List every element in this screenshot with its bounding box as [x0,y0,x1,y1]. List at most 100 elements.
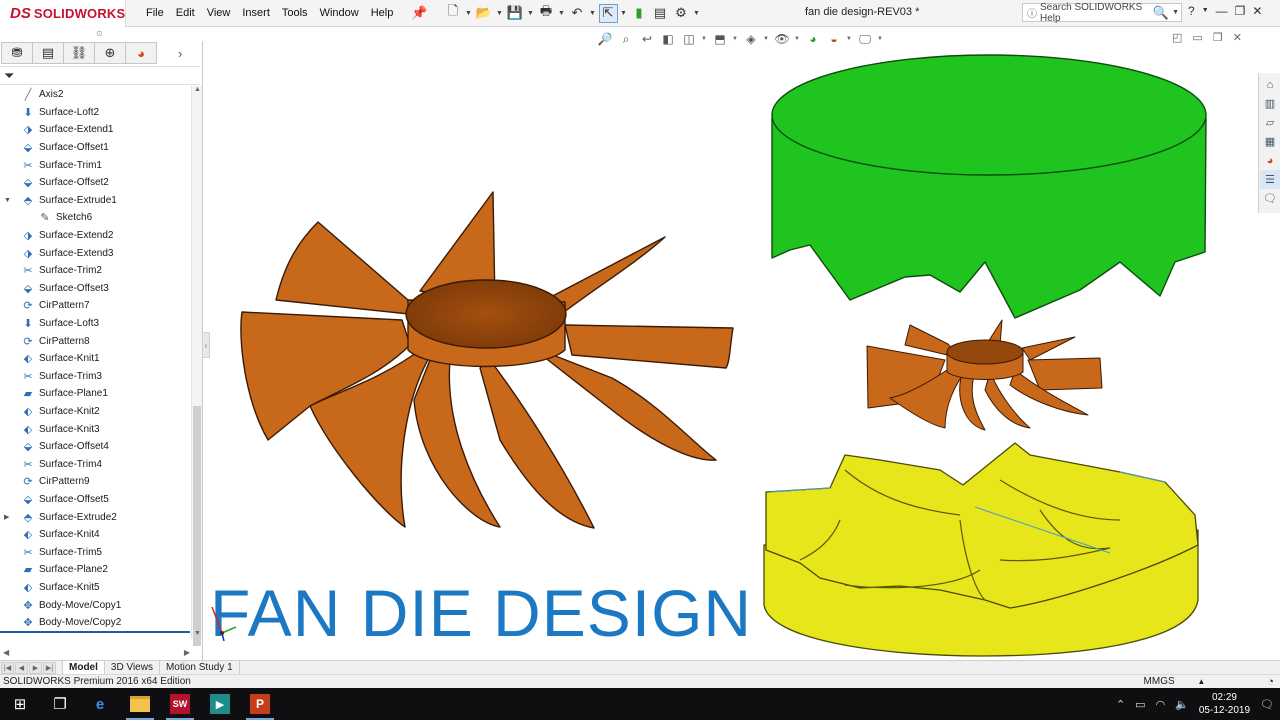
tree-item[interactable]: ⬇ Surface-Loft3 [0,315,190,333]
custom-properties-icon[interactable]: ☰ [1260,170,1280,189]
minimize-icon[interactable]: — [1216,4,1228,18]
wifi-icon[interactable]: ◠ [1156,698,1166,711]
scroll-down-icon[interactable]: ▼ [194,630,201,637]
open-folder-icon[interactable]: 📂 [475,4,494,23]
hide-show-items-icon[interactable]: 👁 [773,30,791,48]
battery-icon[interactable]: ▭ [1135,698,1145,711]
task-view-icon[interactable]: ❐ [40,688,80,720]
tray-chevron-icon[interactable]: ⌃ [1116,698,1125,711]
tree-item[interactable]: ⟳ CirPattern7 [0,297,190,315]
tree-item[interactable]: ▰ Surface-Plane2 [0,561,190,579]
menu-view[interactable]: View [201,7,237,19]
display-style-dropdown-icon[interactable]: ▼ [763,36,770,42]
windows-start-icon[interactable]: ⊞ [0,688,40,720]
tab-first-icon[interactable]: |◀ [1,661,14,674]
volume-icon[interactable]: 🔈 [1175,698,1189,711]
display-manager-tab-icon[interactable]: ◕ [125,42,157,64]
tab-motion-study-1[interactable]: Motion Study 1 [160,660,240,675]
rebuild-icon[interactable]: ▮ [630,4,649,23]
tree-item[interactable]: ⬇ Surface-Loft2 [0,104,190,122]
appearances-scenes-icon[interactable]: ◕ [1260,151,1280,170]
dynamic-annotation-icon[interactable]: ◫ [680,30,698,48]
system-clock[interactable]: 02:29 05-12-2019 [1199,691,1250,717]
tab-last-icon[interactable]: ▶| [43,661,56,674]
section-view-icon[interactable]: ◧ [659,30,677,48]
undo-icon[interactable]: ↶ [568,4,587,23]
help-question-icon[interactable]: ? [1188,4,1195,18]
more-tabs-chevron-icon[interactable]: › [178,46,182,61]
feature-manager-tab-icon[interactable]: ⛃ [1,42,33,64]
solidworks-resources-icon[interactable]: ⌂ [1260,75,1280,94]
rollback-bar[interactable] [0,631,190,633]
viewport-restore-icon[interactable]: ❐ [1213,31,1223,44]
solidworks-logo[interactable]: DS SOLIDWORKS [0,0,126,27]
open-dropdown-icon[interactable]: ▼ [496,10,504,17]
tree-item[interactable]: ▰ Surface-Plane1 [0,385,190,403]
view-palette-icon[interactable]: ▦ [1260,132,1280,151]
tab-next-icon[interactable]: ▶ [29,661,42,674]
tree-item[interactable]: ⬖ Surface-Knit4 [0,526,190,544]
tree-item[interactable]: ⬙ Surface-Offset5 [0,491,190,509]
orientation-dropdown-icon[interactable]: ▼ [732,36,739,42]
scene-dropdown-icon[interactable]: ▼ [846,36,853,42]
menu-file[interactable]: File [140,7,170,19]
tree-item[interactable]: ⬗ Surface-Extend2 [0,227,190,245]
display-style-icon[interactable]: ◈ [742,30,760,48]
scroll-right-icon[interactable]: ▶ [184,648,190,657]
file-explorer-icon[interactable]: ▱ [1260,113,1280,132]
help-search-box[interactable]: ⓘ Search SOLIDWORKS Help 🔍 ▼ [1022,2,1182,24]
media-app-taskbar-icon[interactable]: ▶ [200,688,240,720]
tree-item[interactable]: ╱ Axis2 [0,86,190,104]
tab-prev-icon[interactable]: ◀ [15,661,28,674]
menu-tools[interactable]: Tools [276,7,314,19]
viewport-minimize-icon[interactable]: ▭ [1192,31,1202,44]
tree-item[interactable]: ▼ ⬘ Surface-Extrude1 [0,192,190,210]
tree-horizontal-scrollbar[interactable]: ◀ ▶ [0,646,190,658]
tree-item[interactable]: ⬗ Surface-Extend1 [0,121,190,139]
tree-item[interactable]: ✥ Body-Move/Copy2 [0,614,190,632]
tab-model[interactable]: Model [62,660,105,675]
configuration-manager-tab-icon[interactable]: ⛓ [63,42,95,64]
edit-appearance-icon[interactable]: ◕ [804,30,822,48]
search-dropdown-icon[interactable]: ▼ [1172,9,1179,16]
notifications-icon[interactable]: 🗨 [1260,698,1274,711]
top-die-model[interactable] [771,54,1207,319]
fan-model-small[interactable] [866,319,1103,431]
view-settings-icon[interactable]: 🖵 [856,30,874,48]
tree-item[interactable]: ✥ Body-Move/Copy1 [0,596,190,614]
tree-item[interactable]: ⬖ Surface-Knit5 [0,579,190,597]
file-properties-icon[interactable]: ▤ [651,4,670,23]
tree-item[interactable]: ⬖ Surface-Knit3 [0,420,190,438]
tab-3d-views[interactable]: 3D Views [105,660,160,675]
unit-system-selector[interactable]: MMGS ▲ [1144,676,1206,687]
panel-grip-icon[interactable]: ⊙ [96,29,103,38]
help-dropdown-icon[interactable]: ▼ [1202,7,1209,18]
zoom-to-area-icon[interactable]: ⌕ [617,30,635,48]
collapse-arrow-icon[interactable]: ▼ [4,197,11,204]
unit-dropdown-icon[interactable]: ▲ [1197,677,1205,686]
save-icon[interactable]: 💾 [506,4,525,23]
annotation-dropdown-icon[interactable]: ▼ [701,36,708,42]
viewport-close-icon[interactable]: ✕ [1233,31,1242,44]
tree-item[interactable]: ⬖ Surface-Knit2 [0,403,190,421]
file-explorer-taskbar-icon[interactable] [120,688,160,720]
pin-icon[interactable]: 📌 [411,5,427,21]
tree-item[interactable]: ⬙ Surface-Offset4 [0,438,190,456]
tree-item[interactable]: ✂ Surface-Trim5 [0,543,190,561]
tree-vertical-scrollbar[interactable]: ▲ ▼ [191,86,202,646]
options-gear-icon[interactable]: ⚙ [672,4,691,23]
graphics-area[interactable] [206,50,1256,660]
tree-filter[interactable]: ⏷ [0,66,200,85]
print-icon[interactable]: 🖶 [537,3,556,23]
tree-item[interactable]: ⬖ Surface-Knit1 [0,350,190,368]
viewport-maximize-icon[interactable]: ◰ [1172,31,1182,44]
tree-item[interactable]: ⬗ Surface-Extend3 [0,244,190,262]
tree-item[interactable]: ✂ Surface-Trim4 [0,455,190,473]
scroll-up-icon[interactable]: ▲ [194,86,201,93]
dimxpert-manager-tab-icon[interactable]: ⊕ [94,42,126,64]
forum-icon[interactable]: 🗨 [1260,189,1280,208]
scroll-thumb[interactable] [193,406,201,646]
view-settings-dropdown-icon[interactable]: ▼ [877,36,884,42]
tree-item[interactable]: ✂ Surface-Trim2 [0,262,190,280]
tree-item[interactable]: ⬙ Surface-Offset3 [0,280,190,298]
